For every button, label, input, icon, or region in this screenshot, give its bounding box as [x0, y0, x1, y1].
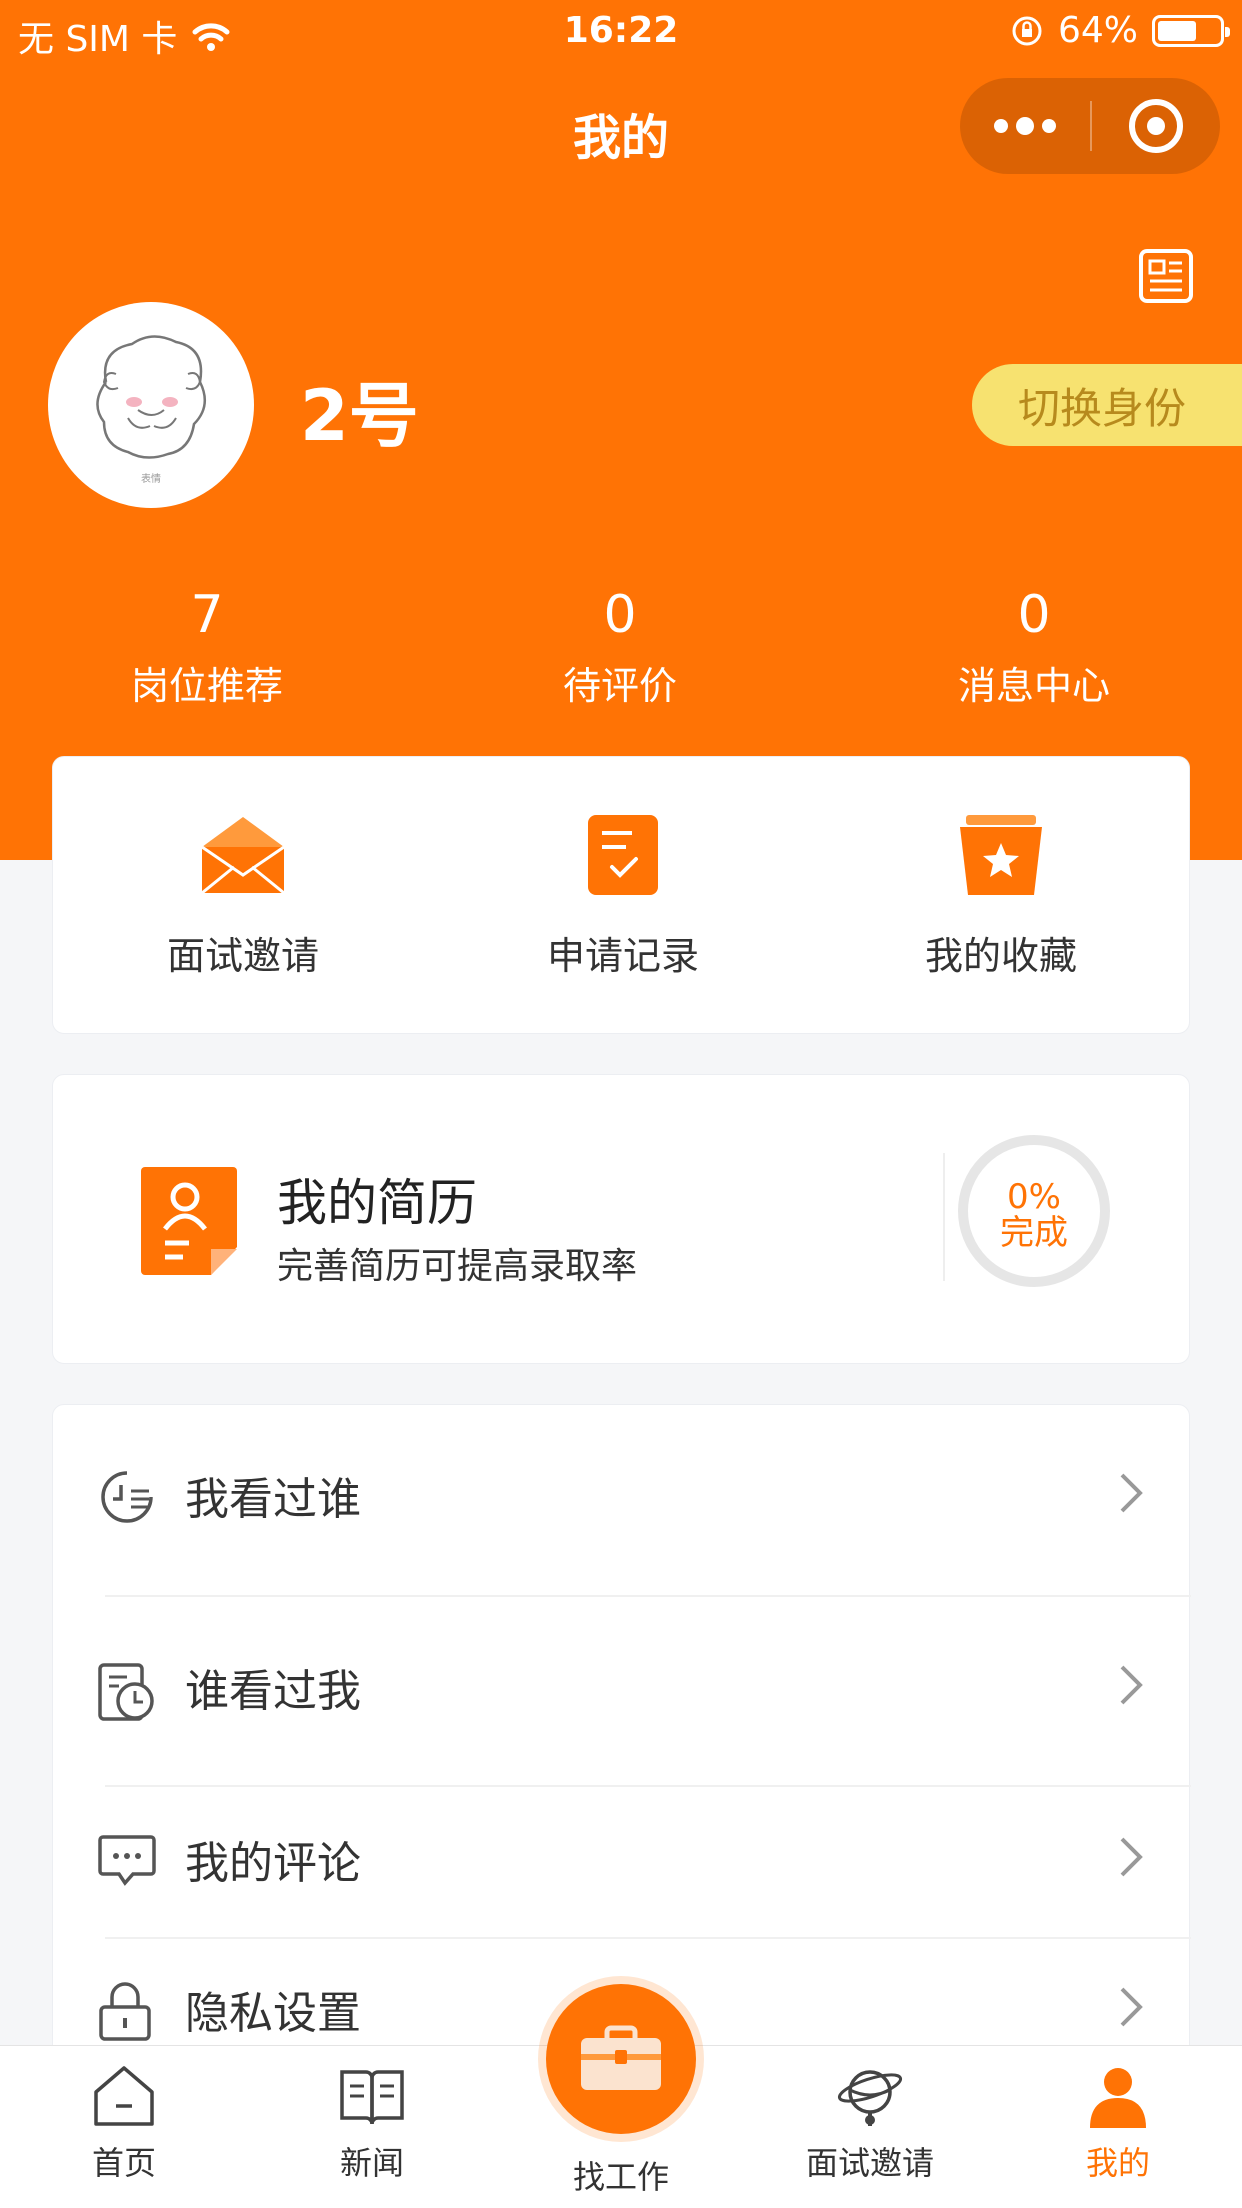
- tab-mine[interactable]: 我的: [1018, 2060, 1218, 2184]
- more-dot-icon: [994, 119, 1008, 133]
- battery-icon: [1152, 14, 1230, 47]
- chevron-right-icon: [1120, 1473, 1143, 1513]
- tab-label: 新闻: [339, 2144, 404, 2182]
- resume-card[interactable]: 我的简历 完善简历可提高录取率 0% 完成: [52, 1074, 1190, 1364]
- interview-icon: [837, 2070, 903, 2126]
- tab-home[interactable]: 首页: [24, 2060, 224, 2184]
- stat-value: 0: [603, 585, 637, 645]
- miniprogram-capsule: [960, 78, 1220, 174]
- briefcase-icon: [581, 2025, 661, 2090]
- document-icon[interactable]: [1138, 248, 1194, 304]
- more-dot-icon: [1016, 117, 1034, 135]
- chevron-right-icon: [1120, 1987, 1143, 2027]
- quick-actions-card: 面试邀请 申请记录 我的收藏: [52, 756, 1190, 1034]
- avatar[interactable]: 表情: [48, 302, 254, 508]
- status-bar: 无 SIM 卡 16:22 64%: [0, 0, 1242, 62]
- menu-item-label: 隐私设置: [185, 1988, 361, 2039]
- menu-item-who-viewed-me[interactable]: 谁看过我: [53, 1597, 1191, 1777]
- quick-my-favorites[interactable]: 我的收藏: [851, 813, 1151, 980]
- history-icon: [101, 1471, 153, 1523]
- battery-fill: [1158, 20, 1197, 41]
- avatar-illustration: 表情: [96, 335, 207, 485]
- resume-subtitle: 完善简历可提高录取率: [277, 1246, 638, 1287]
- quick-action-label: 我的收藏: [924, 934, 1077, 978]
- tab-interview-invite[interactable]: 面试邀请: [770, 2060, 970, 2184]
- stat-job-recommend[interactable]: 7 岗位推荐: [57, 585, 357, 710]
- lock-icon: [99, 1982, 151, 2041]
- menu-item-viewed-by-me[interactable]: 我看过谁: [53, 1405, 1191, 1585]
- resume-icon: [141, 1167, 237, 1275]
- target-icon: [1129, 99, 1183, 153]
- progress-percent: 0%: [1007, 1177, 1061, 1217]
- stat-label: 消息中心: [957, 664, 1110, 708]
- username: 2号: [300, 375, 419, 457]
- comment-icon: [98, 1835, 156, 1886]
- tab-news[interactable]: 新闻: [272, 2060, 472, 2184]
- rotation-lock-icon: [1012, 16, 1042, 45]
- stat-label: 待评价: [562, 664, 677, 708]
- clipboard-check-icon: [588, 815, 658, 895]
- quick-interview-invite[interactable]: 面试邀请: [93, 813, 393, 980]
- resume-divider: [943, 1153, 945, 1281]
- envelope-icon: [201, 817, 285, 895]
- status-right: 64%: [1010, 10, 1230, 51]
- tab-label[interactable]: 找工作: [521, 2152, 721, 2198]
- avatar-caption: 表情: [141, 472, 161, 485]
- stat-value: 7: [190, 585, 224, 645]
- battery-percent: 64%: [1057, 10, 1138, 51]
- find-job-button[interactable]: [546, 1984, 696, 2134]
- quick-action-label: 面试邀请: [166, 934, 319, 978]
- resume-title: 我的简历: [277, 1174, 477, 1232]
- quick-action-label: 申请记录: [546, 934, 699, 978]
- chevron-right-icon: [1120, 1665, 1143, 1705]
- tab-label: 首页: [91, 2144, 156, 2182]
- more-button[interactable]: [960, 78, 1090, 174]
- progress-label: 完成: [1000, 1213, 1068, 1253]
- menu-item-label: 谁看过我: [185, 1666, 361, 1717]
- stat-pending-review[interactable]: 0 待评价: [470, 585, 770, 710]
- user-icon: [1090, 2068, 1146, 2128]
- stat-value: 0: [1017, 585, 1051, 645]
- menu-item-label: 我的评论: [185, 1838, 361, 1889]
- stat-message-center[interactable]: 0 消息中心: [884, 585, 1184, 710]
- switch-identity-button[interactable]: 切换身份: [972, 364, 1242, 446]
- tab-label: 我的: [1085, 2144, 1150, 2182]
- star-box-icon: [960, 815, 1042, 895]
- resume-progress-ring: 0% 完成: [958, 1135, 1110, 1287]
- calendar-clock-icon: [98, 1663, 154, 1721]
- home-icon: [94, 2066, 154, 2126]
- more-dot-icon: [1042, 119, 1056, 133]
- book-icon: [340, 2070, 404, 2125]
- menu-item-label: 我看过谁: [185, 1474, 361, 1525]
- quick-application-records[interactable]: 申请记录: [473, 813, 773, 980]
- tab-label: 面试邀请: [805, 2144, 934, 2182]
- stat-label: 岗位推荐: [130, 664, 283, 708]
- close-button[interactable]: [1092, 78, 1220, 174]
- chevron-right-icon: [1120, 1837, 1143, 1877]
